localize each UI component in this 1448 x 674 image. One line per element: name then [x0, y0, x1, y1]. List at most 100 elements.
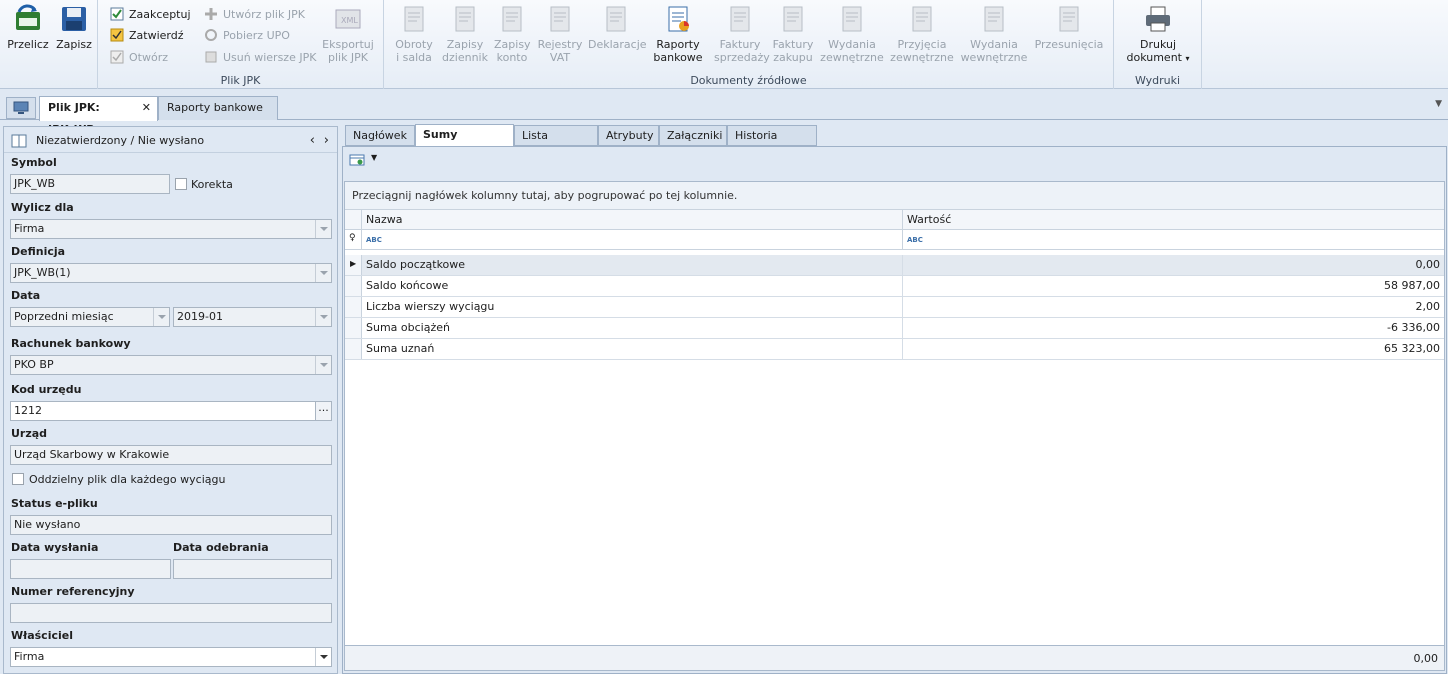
filter-wartosc-input[interactable]: ABC [903, 230, 1444, 250]
table-row[interactable]: Suma uznań 65 323,00 [345, 339, 1444, 360]
footer-total: 0,00 [1413, 652, 1439, 665]
source-doc-button[interactable]: Raporty bankowe [650, 4, 706, 64]
control-sums-grid: Przeciągnij nagłówek kolumny tutaj, aby … [344, 181, 1445, 668]
status-epliku-label: Status e-pliku [11, 497, 98, 510]
symbol-label: Symbol [11, 156, 57, 169]
column-header-nazwa[interactable]: Nazwa [362, 210, 903, 230]
wylicz-dropdown[interactable]: Firma [10, 219, 332, 239]
source-doc-label: zakupu [773, 51, 813, 64]
korekta-checkbox[interactable] [175, 178, 187, 190]
subtab[interactable]: Sumy kontrolne [415, 124, 514, 160]
document-icon [404, 6, 424, 32]
ribbon-group-label: Plik JPK [220, 74, 261, 87]
tab-overflow-icon[interactable]: ▼ [1435, 99, 1442, 109]
print-document-button[interactable]: Drukuj dokument ▾ [1122, 4, 1194, 65]
filter-nazwa-input[interactable]: ABC [362, 230, 903, 250]
next-arrow-icon[interactable]: › [324, 129, 329, 153]
ribbon-group-print: Drukuj dokument ▾ Wydruki [1114, 0, 1202, 89]
cell-nazwa: Suma obciążeń [362, 318, 903, 338]
source-doc-label: sprzedaży [714, 51, 770, 64]
table-row[interactable]: Suma obciążeń -6 336,00 [345, 318, 1444, 339]
symbol-field[interactable]: JPK_WB [10, 174, 170, 194]
approve-button[interactable]: Zatwierdź [110, 27, 184, 45]
table-row[interactable]: Saldo końcowe 58 987,00 [345, 276, 1444, 297]
source-doc-label: bankowe [653, 51, 703, 64]
subtab[interactable]: Historia zmian [727, 125, 817, 161]
save-button[interactable]: Zapisz [54, 4, 94, 51]
subtab[interactable]: Lista operacji [514, 125, 598, 161]
source-doc-button[interactable]: Przyjęcia zewnętrzne [890, 4, 954, 64]
chevron-down-icon [315, 356, 331, 374]
kod-urzedu-input[interactable]: 1212 [10, 401, 316, 421]
date-value-dropdown[interactable]: 2019-01 [173, 307, 332, 327]
document-icon [502, 6, 522, 32]
group-by-area: Przeciągnij nagłówek kolumny tutaj, aby … [345, 182, 1444, 210]
subtab[interactable]: Atrybuty [598, 125, 659, 146]
rachunek-dropdown[interactable]: PKO BP [10, 355, 332, 375]
document-icon [550, 6, 570, 32]
table-row[interactable]: Liczba wierszy wyciągu 2,00 [345, 297, 1444, 318]
source-doc-label: Przesunięcia [1034, 38, 1104, 51]
grid-layout-button[interactable]: ▼ [349, 153, 379, 169]
cell-wartosc: 65 323,00 [1384, 342, 1440, 355]
ribbon-group-docs: Obroty i salda Zapisy dziennik Zapisy konto Re… [384, 0, 1114, 89]
source-doc-button[interactable]: Zapisy konto [494, 4, 531, 64]
row-indicator [345, 297, 362, 317]
document-form-panel: Niezatwierdzony / Nie wysłano ‹ › Symbol… [3, 126, 338, 674]
kod-urzedu-lookup-button[interactable]: ··· [315, 401, 332, 421]
cell-nazwa: Saldo końcowe [362, 276, 903, 296]
table-row[interactable]: ▶ Saldo początkowe 0,00 [345, 255, 1444, 276]
tab-raporty-bankowe[interactable]: Raporty bankowe [158, 96, 278, 120]
source-doc-button[interactable]: Wydania zewnętrzne [820, 4, 884, 64]
desktop-tab[interactable] [6, 97, 36, 119]
book-icon [11, 134, 27, 148]
source-doc-label: dziennik [442, 51, 488, 64]
source-doc-label: i salda [396, 51, 432, 64]
create-jpk-button[interactable]: Utwórz plik JPK [204, 6, 305, 24]
accept-button[interactable]: Zaakceptuj [110, 6, 191, 24]
source-doc-button[interactable]: Przesunięcia [1034, 4, 1104, 51]
row-indicator [345, 276, 362, 296]
source-doc-label: Rejestry [537, 38, 583, 51]
source-doc-label: Raporty [656, 38, 700, 51]
chevron-down-icon [315, 264, 331, 282]
open-button[interactable]: Otwórz [110, 49, 168, 67]
subtab[interactable]: Załączniki [659, 125, 727, 146]
status-epliku-field: Nie wysłano [10, 515, 332, 535]
source-doc-button[interactable]: Wydania wewnętrzne [960, 4, 1028, 64]
chevron-down-icon [315, 308, 331, 326]
source-doc-button[interactable]: Obroty i salda [390, 4, 438, 64]
close-icon[interactable]: ✕ [142, 97, 151, 119]
subtab[interactable]: Nagłówek [345, 125, 415, 146]
abc-filter-icon: ABC [366, 236, 382, 244]
export-jpk-button[interactable]: XML Eksportuj plik JPK [318, 4, 378, 64]
ribbon-group-main: Przelicz Zapisz [0, 0, 98, 89]
fetch-upo-button[interactable]: Pobierz UPO [204, 27, 290, 45]
recalc-button[interactable]: Przelicz [6, 4, 50, 51]
download-icon [205, 29, 217, 41]
source-doc-label: Zapisy [494, 38, 531, 51]
source-doc-button[interactable]: Faktury zakupu [770, 4, 816, 64]
document-icon [783, 6, 803, 32]
delete-rows-button[interactable]: Usuń wiersze JPK [204, 49, 316, 67]
ribbon-group-plikjpk: Zaakceptuj Zatwierdź Otwórz Utwórz plik … [98, 0, 384, 89]
source-doc-button[interactable]: Faktury sprzedaży [714, 4, 770, 64]
open-icon [110, 50, 124, 64]
tab-plik-jpk[interactable]: Plik JPK: JPK_WB ✕ [39, 96, 158, 136]
status-header: Niezatwierdzony / Nie wysłano ‹ › [4, 129, 337, 153]
cell-nazwa: Saldo początkowe [362, 255, 903, 275]
ribbon-group-label: Dokumenty źródłowe [690, 74, 807, 87]
column-header-wartosc[interactable]: Wartość [903, 210, 1444, 230]
source-doc-button[interactable]: Deklaracje [588, 4, 647, 51]
date-range-dropdown[interactable]: Poprzedni miesiąc [10, 307, 170, 327]
definicja-dropdown[interactable]: JPK_WB(1) [10, 263, 332, 283]
wlasciciel-dropdown[interactable]: Firma [10, 647, 332, 667]
dropdown-arrow-icon: ▾ [1185, 54, 1190, 63]
source-doc-button[interactable]: Zapisy dziennik [442, 4, 488, 64]
delete-rows-icon [205, 51, 217, 63]
prev-arrow-icon[interactable]: ‹ [310, 129, 315, 153]
rachunek-label: Rachunek bankowy [11, 337, 131, 350]
oddzielny-plik-checkbox[interactable] [12, 473, 24, 485]
data-wyslania-field [10, 559, 171, 579]
source-doc-button[interactable]: Rejestry VAT [536, 4, 584, 64]
